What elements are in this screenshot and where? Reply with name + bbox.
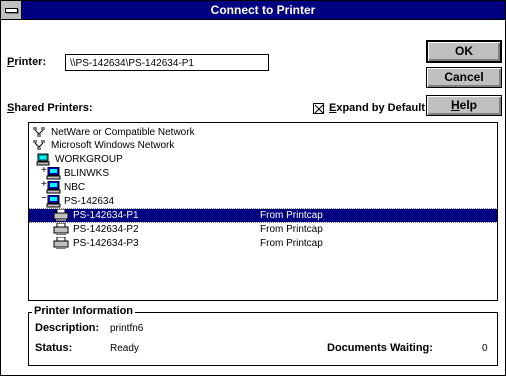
- printer-information-group: [28, 312, 498, 366]
- system-menu-button[interactable]: [1, 1, 22, 19]
- description-value: printfn6: [110, 323, 144, 334]
- shared-printers-label: Shared Printers:: [7, 102, 93, 114]
- status-label: Status:: [35, 342, 73, 354]
- tree-row-comment: From Printcap: [260, 224, 323, 235]
- computer-icon: [46, 167, 61, 180]
- tree-row-label: PS-142634-P3: [73, 238, 139, 249]
- printer-label: Printer:: [7, 56, 47, 68]
- printer-path-input[interactable]: \\PS-142634\PS-142634-P1: [65, 54, 269, 71]
- tree-row-comment: From Printcap: [260, 238, 323, 249]
- title-bar: Connect to Printer: [1, 1, 505, 20]
- tree-row-label: PS-142634-P2: [73, 224, 139, 235]
- shared-printers-tree[interactable]: NetWare or Compatible Network Microsoft …: [28, 122, 498, 301]
- expand-by-default-checkbox[interactable]: [313, 103, 324, 114]
- description-label: Description:: [35, 322, 100, 334]
- status-value: Ready: [110, 343, 139, 354]
- tree-row-blinwks[interactable]: + BLINWKS: [29, 165, 497, 180]
- tree-row-label: NBC: [64, 182, 86, 193]
- tree-row-ps-142634-p2[interactable]: PS-142634-P2 From Printcap: [29, 223, 497, 236]
- tree-row-label: Microsoft Windows Network: [51, 140, 175, 151]
- printer-information-title: Printer Information: [32, 305, 136, 317]
- computer-icon: [46, 195, 61, 208]
- tree-row-ps-142634-p3[interactable]: PS-142634-P3 From Printcap: [29, 237, 497, 250]
- expand-by-default-label[interactable]: Expand by Default: [329, 102, 425, 114]
- computer-icon: [46, 181, 61, 194]
- tree-row-comment: From Printcap: [260, 210, 323, 221]
- tree-row-nbc[interactable]: + NBC: [29, 179, 497, 194]
- window-title: Connect to Printer: [210, 3, 316, 17]
- tree-row-label: NetWare or Compatible Network: [51, 127, 195, 138]
- tree-row-label: WORKGROUP: [55, 154, 123, 165]
- tree-row-label: PS-142634-P1: [73, 210, 139, 221]
- connect-to-printer-dialog: Connect to Printer Printer: \\PS-142634\…: [0, 0, 506, 376]
- cancel-button[interactable]: Cancel: [426, 67, 502, 88]
- tree-row-ps-142634[interactable]: − PS-142634: [29, 193, 497, 208]
- printer-icon: [53, 209, 69, 221]
- ok-button[interactable]: OK: [426, 40, 502, 63]
- network-icon: [33, 127, 45, 137]
- tree-row-workgroup[interactable]: WORKGROUP: [29, 153, 497, 166]
- network-icon: [33, 140, 45, 150]
- system-menu-icon: [5, 8, 18, 13]
- printer-label-rest: rinter:: [14, 56, 47, 68]
- tree-row-ps-142634-p1[interactable]: PS-142634-P1 From Printcap: [29, 208, 497, 223]
- tree-row-label: PS-142634: [64, 196, 115, 207]
- checkmark-x-icon: [314, 104, 324, 114]
- tree-row-microsoft-network[interactable]: Microsoft Windows Network: [29, 139, 497, 152]
- help-button[interactable]: Help: [426, 95, 502, 116]
- printer-icon: [53, 223, 69, 235]
- documents-waiting-label: Documents Waiting:: [327, 342, 433, 354]
- documents-waiting-value: 0: [482, 343, 488, 354]
- tree-row-label: BLINWKS: [64, 168, 110, 179]
- printer-icon: [53, 237, 69, 249]
- tree-row-netware[interactable]: NetWare or Compatible Network: [29, 126, 497, 139]
